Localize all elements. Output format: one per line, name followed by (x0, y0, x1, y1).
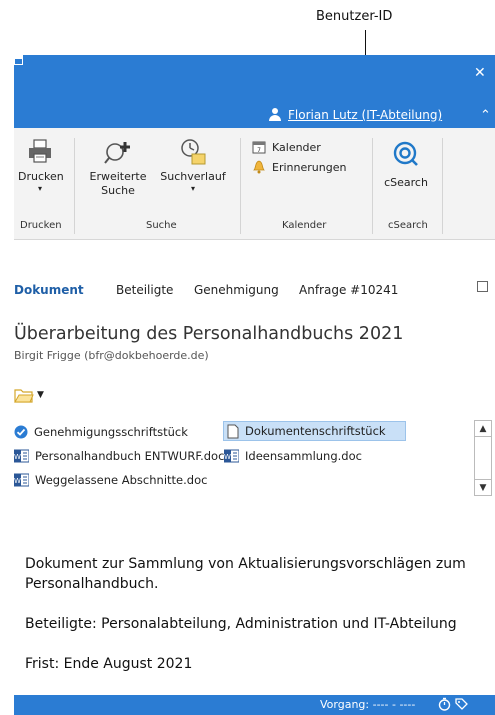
title-bar: ✕ Florian Lutz (IT-Abteilung) ⌃ (14, 55, 495, 128)
attachment-label: Personalhandbuch ENTWURF.doc (35, 449, 225, 463)
tab-genehmigung[interactable]: Genehmigung (194, 283, 279, 297)
list-item[interactable]: W Weggelassene Abschnitte.doc (14, 470, 207, 490)
description-paragraph: Dokument zur Sammlung von Aktualisierung… (25, 556, 466, 592)
word-icon: W (224, 449, 239, 463)
separator (240, 138, 241, 234)
print-dropdown-icon: ▾ (37, 184, 42, 193)
search-group-label: Suche (146, 220, 177, 231)
search-history-dropdown-icon: ▾ (190, 184, 195, 193)
ribbon: Drucken ▾ Drucken Erweiterte Suche Suchv… (14, 128, 495, 240)
page-title: Überarbeitung des Personalhandbuchs 2021 (14, 324, 404, 344)
list-item[interactable]: W Ideensammlung.doc (224, 446, 362, 466)
printer-icon (29, 139, 51, 163)
scroll-down-icon[interactable]: ▼ (475, 479, 491, 495)
folder-dropdown-button[interactable]: ▼ (14, 387, 44, 403)
csearch-button[interactable]: cSearch (376, 138, 436, 190)
attachment-list: Genehmigungsschriftstück Dokumentenschri… (14, 420, 495, 500)
scrollbar[interactable]: ▲ ▼ (474, 420, 492, 496)
status-bar: Vorgang: ---- - ---- (14, 695, 495, 715)
user-name[interactable]: Florian Lutz (IT-Abteilung) (288, 108, 442, 122)
description-paragraph: Beteiligte: Personalabteilung, Administr… (25, 616, 457, 632)
bell-icon (253, 160, 265, 174)
csearch-label: cSearch (384, 176, 428, 189)
attachment-label: Dokumentenschriftstück (245, 424, 386, 438)
search-history-label: Suchverlauf (160, 170, 226, 183)
word-icon: W (14, 473, 29, 487)
description-paragraph: Frist: Ende August 2021 (25, 656, 193, 672)
chevron-down-icon: ▼ (37, 390, 44, 400)
separator (442, 138, 443, 234)
popout-icon[interactable] (477, 281, 488, 292)
user-id-link[interactable]: Florian Lutz (IT-Abteilung) (268, 108, 442, 122)
word-icon: W (14, 449, 29, 463)
svg-text:W: W (224, 453, 231, 461)
status-icons (438, 697, 468, 711)
search-history-button[interactable]: Suchverlauf ▾ (158, 138, 228, 194)
tab-beteiligte[interactable]: Beteiligte (116, 283, 173, 297)
search-history-icon (181, 139, 206, 165)
advanced-search-label-2: Suche (101, 184, 135, 197)
document-description: Dokument zur Sammlung von Aktualisierung… (25, 554, 475, 694)
svg-text:W: W (14, 453, 21, 461)
list-item[interactable]: W Personalhandbuch ENTWURF.doc (14, 446, 224, 466)
print-button[interactable]: Drucken ▾ (18, 138, 64, 194)
attachment-label: Ideensammlung.doc (245, 449, 362, 463)
tab-bar: Dokument Beteiligte Genehmigung Anfrage … (14, 277, 495, 305)
print-label: Drucken (18, 170, 64, 183)
maximize-button[interactable] (14, 57, 23, 65)
csearch-group-label: cSearch (388, 220, 428, 231)
close-button[interactable]: ✕ (474, 66, 486, 80)
folder-icon (14, 389, 34, 403)
print-group-label: Drucken (20, 220, 62, 231)
svg-text:W: W (14, 477, 21, 485)
advanced-search-button[interactable]: Erweiterte Suche (78, 138, 158, 198)
check-circle-icon (14, 425, 28, 439)
annotation-label: Benutzer-ID (316, 9, 393, 24)
attachment-label: Genehmigungsschriftstück (34, 425, 188, 439)
stopwatch-icon[interactable] (438, 697, 451, 711)
reminders-button[interactable]: Erinnerungen (252, 160, 346, 174)
calendar-button[interactable]: 7 Kalender (252, 140, 321, 154)
tag-icon[interactable] (455, 697, 468, 711)
list-item[interactable]: Dokumentenschriftstück (223, 421, 406, 441)
calendar-label: Kalender (272, 140, 321, 154)
separator (74, 138, 75, 234)
separator (372, 138, 373, 234)
list-item[interactable]: Genehmigungsschriftstück (14, 422, 188, 442)
svg-text:7: 7 (257, 147, 261, 154)
reminders-label: Erinnerungen (272, 160, 347, 174)
document-author: Birgit Frigge (bfr@dokbehoerde.de) (14, 349, 209, 362)
attachment-label: Weggelassene Abschnitte.doc (35, 473, 208, 487)
tab-dokument[interactable]: Dokument (14, 283, 84, 297)
search-plus-icon (104, 142, 130, 164)
calendar-group-label: Kalender (282, 220, 327, 231)
calendar-icon: 7 (252, 141, 266, 154)
collapse-ribbon-icon[interactable]: ⌃ (480, 108, 491, 123)
csearch-icon (393, 141, 418, 166)
tab-anfrage[interactable]: Anfrage #10241 (299, 283, 398, 297)
user-icon (268, 108, 282, 122)
document-icon (227, 424, 239, 438)
advanced-search-label-1: Erweiterte (89, 170, 147, 183)
scroll-up-icon[interactable]: ▲ (475, 421, 491, 437)
status-text: Vorgang: ---- - ---- (320, 698, 416, 711)
